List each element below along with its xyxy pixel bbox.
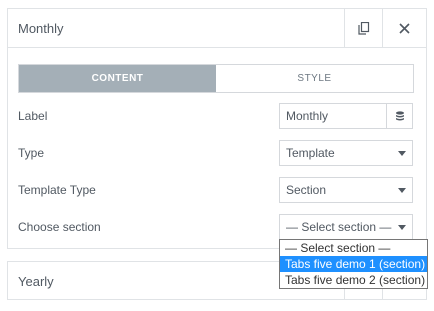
dropdown-option[interactable]: — Select section — bbox=[280, 240, 427, 256]
template-type-select[interactable]: Section bbox=[279, 177, 413, 203]
close-icon bbox=[399, 23, 410, 34]
template-type-field-label: Template Type bbox=[18, 183, 96, 197]
dropdown-option-selected[interactable]: Tabs five demo 1 (section) bbox=[280, 256, 427, 272]
duplicate-button[interactable] bbox=[344, 9, 382, 48]
type-select-value: Template bbox=[286, 146, 335, 160]
chevron-down-icon bbox=[398, 151, 406, 156]
label-field-label: Label bbox=[18, 109, 48, 123]
repeater-item-monthly: Monthly CONTENT STYLE Label Monthly Type… bbox=[7, 8, 427, 249]
tab-content[interactable]: CONTENT bbox=[19, 65, 216, 92]
duplicate-icon bbox=[357, 22, 369, 35]
label-input-value: Monthly bbox=[286, 109, 329, 123]
label-input[interactable]: Monthly bbox=[279, 103, 387, 129]
section-dropdown-list: — Select section — Tabs five demo 1 (sec… bbox=[279, 239, 428, 289]
dropdown-option[interactable]: Tabs five demo 2 (section) bbox=[280, 272, 427, 288]
item-title: Yearly bbox=[18, 274, 54, 289]
remove-button[interactable] bbox=[382, 9, 426, 48]
choose-section-field-label: Choose section bbox=[18, 220, 101, 234]
chevron-down-icon bbox=[398, 225, 406, 230]
database-icon bbox=[395, 110, 404, 120]
type-select[interactable]: Template bbox=[279, 140, 413, 166]
chevron-down-icon bbox=[398, 188, 406, 193]
dynamic-tags-button[interactable] bbox=[387, 103, 413, 129]
type-field-label: Type bbox=[18, 146, 45, 160]
choose-section-select[interactable]: — Select section — bbox=[279, 214, 413, 240]
item-header[interactable]: Monthly bbox=[8, 9, 426, 48]
template-type-select-value: Section bbox=[286, 183, 327, 197]
tab-style[interactable]: STYLE bbox=[216, 65, 413, 92]
choose-section-select-value: — Select section — bbox=[286, 220, 392, 234]
item-title: Monthly bbox=[18, 21, 64, 36]
content-style-tabs: CONTENT STYLE bbox=[18, 64, 414, 93]
